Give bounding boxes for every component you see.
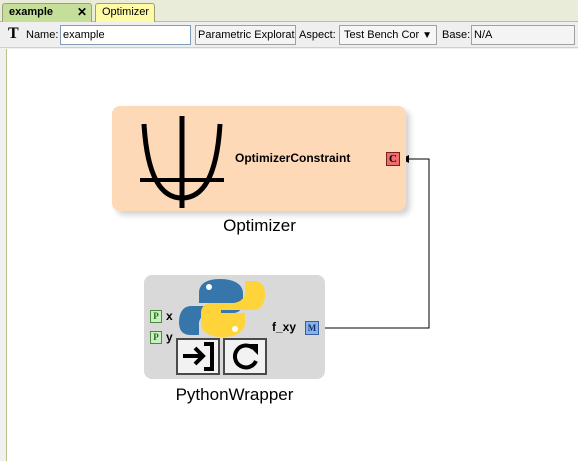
output-port-fxy-label: f_xy: [272, 320, 297, 334]
close-icon[interactable]: ✕: [77, 4, 87, 21]
tab-example[interactable]: example ✕: [2, 3, 92, 22]
model-editor-window: example ✕ Optimizer T Name: example Para…: [0, 0, 578, 461]
optimizer-constraint-label: OptimizerConstraint: [235, 151, 351, 165]
type-field[interactable]: Parametric Exploratio: [195, 25, 296, 45]
python-logo: [179, 279, 265, 337]
base-field[interactable]: N/A: [471, 25, 575, 45]
refresh-button[interactable]: [223, 338, 267, 375]
model-canvas[interactable]: OptimizerConstraint C Optimizer P x P y …: [6, 49, 578, 461]
name-field[interactable]: example: [60, 25, 191, 45]
text-icon[interactable]: T: [8, 25, 19, 43]
property-toolbar: T Name: example Parametric Exploratio As…: [0, 22, 578, 48]
tab-optimizer[interactable]: Optimizer: [95, 3, 155, 22]
python-wrapper-label: PythonWrapper: [175, 385, 294, 404]
tab-strip: example ✕ Optimizer: [0, 0, 578, 22]
tab-example-label: example: [9, 6, 54, 18]
optimizer-label: Optimizer: [223, 216, 296, 235]
import-icon: [183, 342, 214, 371]
input-port-x-label: x: [166, 309, 173, 323]
refresh-icon: [232, 343, 258, 370]
output-port-fxy[interactable]: M: [305, 321, 319, 335]
chevron-down-icon: ▼: [422, 30, 432, 41]
optimizer-constraint-port[interactable]: C: [386, 152, 400, 166]
aspect-select-value: Test Bench Cor: [344, 29, 420, 41]
input-port-y[interactable]: P: [150, 331, 162, 344]
tab-optimizer-label: Optimizer: [102, 6, 150, 18]
input-port-x[interactable]: P: [150, 310, 162, 323]
name-label: Name:: [26, 29, 59, 41]
aspect-select[interactable]: Test Bench Cor ▼: [339, 25, 437, 45]
input-port-y-label: y: [166, 330, 173, 344]
parabola-icon: [140, 116, 224, 208]
base-label: Base:: [442, 29, 471, 41]
aspect-label: Aspect:: [299, 29, 336, 41]
import-button[interactable]: [176, 338, 220, 375]
